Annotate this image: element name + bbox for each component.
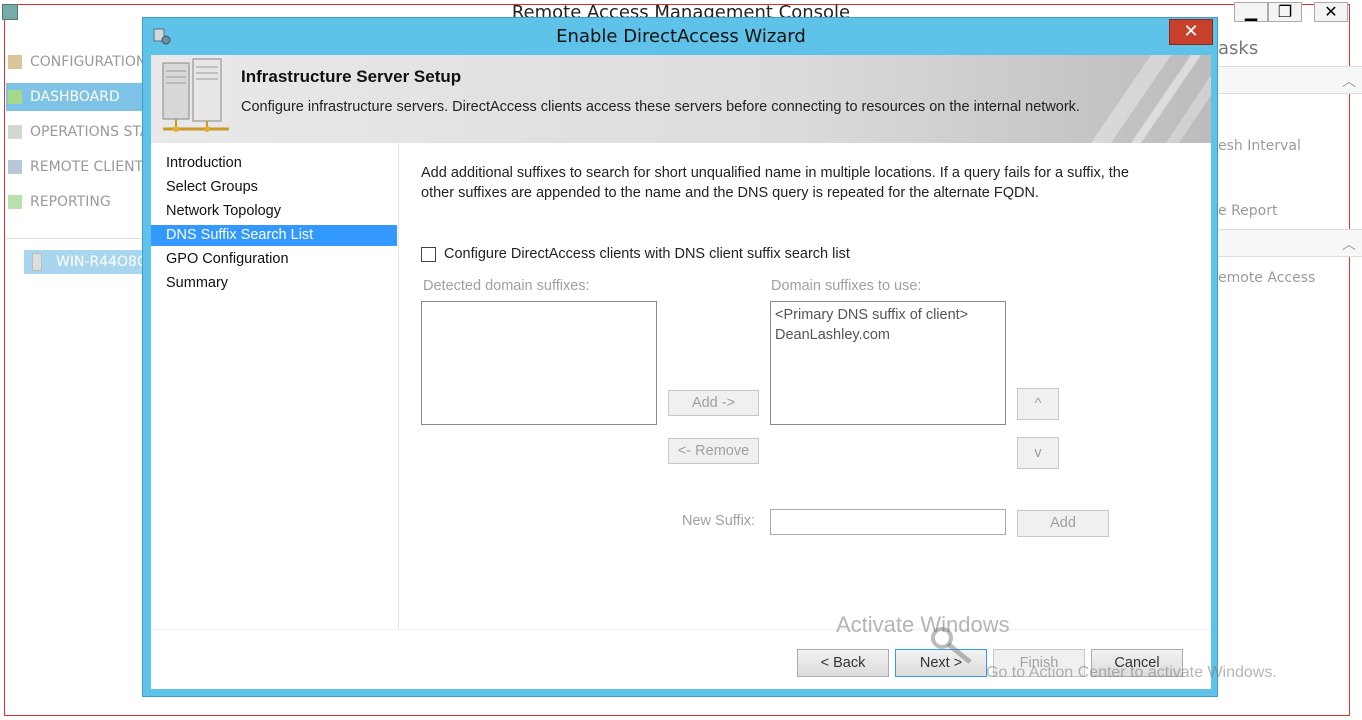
server-icon	[32, 253, 42, 271]
configuration-icon	[8, 55, 22, 69]
nav-item-reporting[interactable]: REPORTING	[6, 188, 146, 216]
server-item[interactable]: WIN-R44O8C	[24, 250, 146, 274]
dashboard-icon	[8, 90, 22, 104]
nav-item-label: REMOTE CLIENT	[30, 159, 144, 175]
enable-directaccess-wizard: Enable DirectAccess Wizard ✕ Infrastruct…	[142, 17, 1218, 697]
tasks-section-band: ︿	[1216, 229, 1362, 257]
maximize-button[interactable]: ❐	[1268, 2, 1302, 22]
step-network-topology[interactable]: Network Topology	[151, 201, 397, 222]
list-item[interactable]: <Primary DNS suffix of client>	[771, 305, 1005, 325]
remote-client-icon	[8, 160, 22, 174]
reporting-icon	[8, 195, 22, 209]
move-up-button[interactable]: ^	[1017, 388, 1059, 420]
nav-divider	[6, 238, 146, 239]
back-button[interactable]: < Back	[797, 649, 889, 677]
new-suffix-input[interactable]	[770, 509, 1006, 535]
wizard-title: Enable DirectAccess Wizard	[556, 26, 806, 47]
task-refresh-interval[interactable]: esh Interval	[1218, 138, 1301, 154]
chevron-up-icon[interactable]: ︿	[1342, 71, 1356, 91]
dns-suffix-checkbox[interactable]	[421, 247, 436, 262]
dns-suffix-checkbox-label[interactable]: Configure DirectAccess clients with DNS …	[444, 246, 850, 262]
nav-item-remote-client[interactable]: REMOTE CLIENT	[6, 153, 146, 181]
step-gpo-configuration[interactable]: GPO Configuration	[151, 249, 397, 270]
list-item[interactable]: DeanLashley.com	[771, 325, 1005, 345]
server-name: WIN-R44O8C	[56, 254, 146, 270]
banner-description: Configure infrastructure servers. Direct…	[241, 99, 1080, 115]
suffixes-to-use-label: Domain suffixes to use:	[771, 278, 922, 294]
wizard-close-button[interactable]: ✕	[1169, 19, 1213, 45]
detected-suffixes-label: Detected domain suffixes:	[423, 278, 590, 294]
operations-status-icon	[8, 125, 22, 139]
minimize-button[interactable]: ▁	[1234, 2, 1268, 22]
activate-windows-watermark: Activate Windows	[836, 612, 1010, 637]
wizard-content: Add additional suffixes to search for sh…	[400, 143, 1211, 629]
new-suffix-label: New Suffix:	[682, 513, 756, 529]
wizard-steps: Introduction Select Groups Network Topol…	[151, 143, 399, 629]
wizard-banner: Infrastructure Server Setup Configure in…	[151, 55, 1211, 143]
detected-suffixes-list[interactable]	[421, 301, 657, 425]
step-summary[interactable]: Summary	[151, 273, 397, 294]
nav-item-label: REPORTING	[30, 194, 111, 210]
console-close-button[interactable]: ✕	[1314, 2, 1348, 22]
chevron-up-icon[interactable]: ︿	[1342, 234, 1356, 254]
add-new-suffix-button[interactable]: Add	[1017, 510, 1109, 537]
nav-item-label: DASHBOARD	[30, 89, 120, 105]
task-report[interactable]: e Report	[1218, 203, 1277, 219]
nav-item-dashboard[interactable]: DASHBOARD	[6, 83, 146, 111]
banner-decoration	[1091, 55, 1211, 143]
add-suffix-button[interactable]: Add ->	[668, 390, 759, 416]
banner-heading: Infrastructure Server Setup	[241, 67, 462, 86]
step-select-groups[interactable]: Select Groups	[151, 177, 397, 198]
tasks-section-band: ︿	[1216, 66, 1362, 94]
nav-item-operations-status[interactable]: OPERATIONS STA	[6, 118, 146, 146]
server-rack-icon	[162, 58, 229, 132]
tasks-header: asks	[1218, 38, 1259, 59]
step-dns-suffix-search-list[interactable]: DNS Suffix Search List	[151, 225, 397, 246]
wizard-body: Infrastructure Server Setup Configure in…	[151, 55, 1211, 689]
nav-item-label: OPERATIONS STA	[30, 124, 146, 140]
intro-text: Add additional suffixes to search for sh…	[421, 165, 1129, 201]
suffixes-to-use-list[interactable]: <Primary DNS suffix of client> DeanLashl…	[770, 301, 1006, 425]
remove-suffix-button[interactable]: <- Remove	[668, 438, 759, 464]
step-introduction[interactable]: Introduction	[151, 153, 397, 174]
nav-item-configuration[interactable]: CONFIGURATION	[6, 48, 146, 76]
activate-windows-subtitle: Go to Action Center to activate Windows.	[986, 664, 1277, 681]
nav-item-label: CONFIGURATION	[30, 54, 146, 70]
task-remote-access[interactable]: emote Access	[1218, 270, 1315, 286]
move-down-button[interactable]: v	[1017, 437, 1059, 469]
